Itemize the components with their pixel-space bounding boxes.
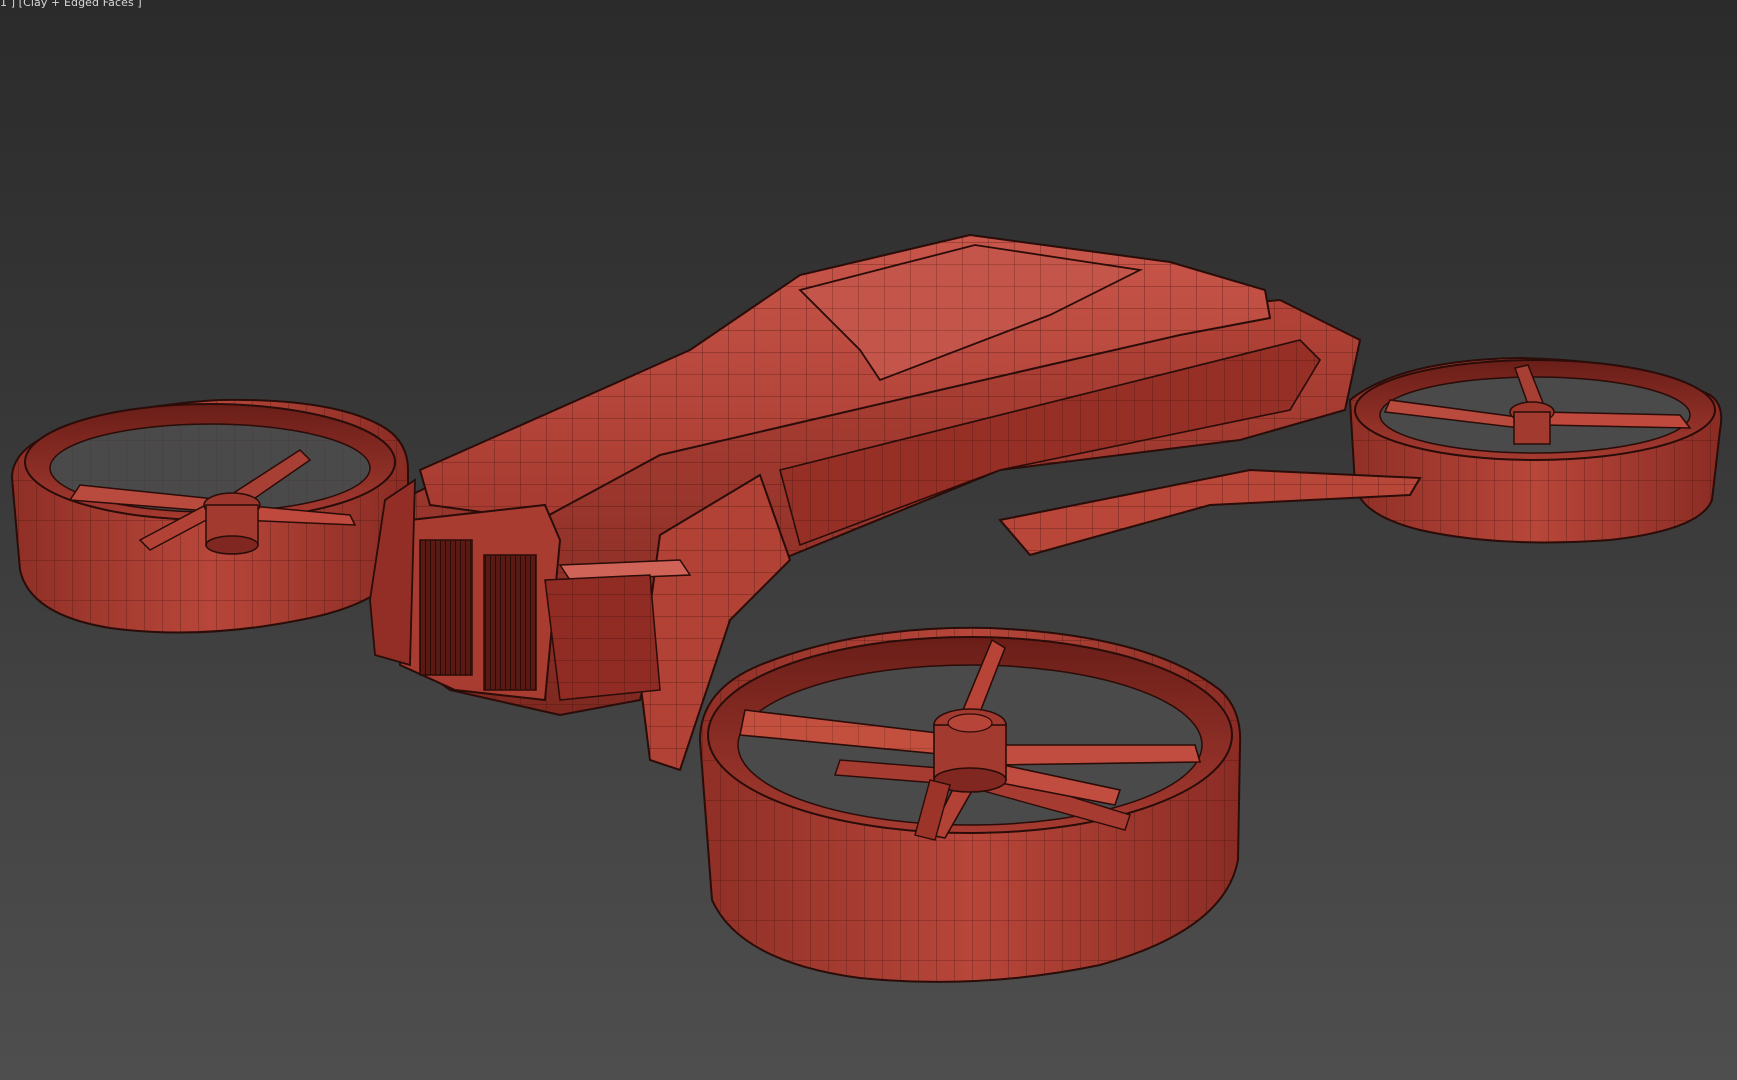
side-fin[interactable]	[998, 468, 1422, 557]
rotor-front[interactable]	[698, 626, 1242, 983]
rotor-right[interactable]	[1348, 356, 1723, 544]
3d-viewport[interactable]: 1 ] [Clay + Edged Faces ]	[0, 0, 1737, 1080]
rotor-left[interactable]	[10, 398, 409, 634]
viewport-scene[interactable]	[0, 0, 1737, 1080]
